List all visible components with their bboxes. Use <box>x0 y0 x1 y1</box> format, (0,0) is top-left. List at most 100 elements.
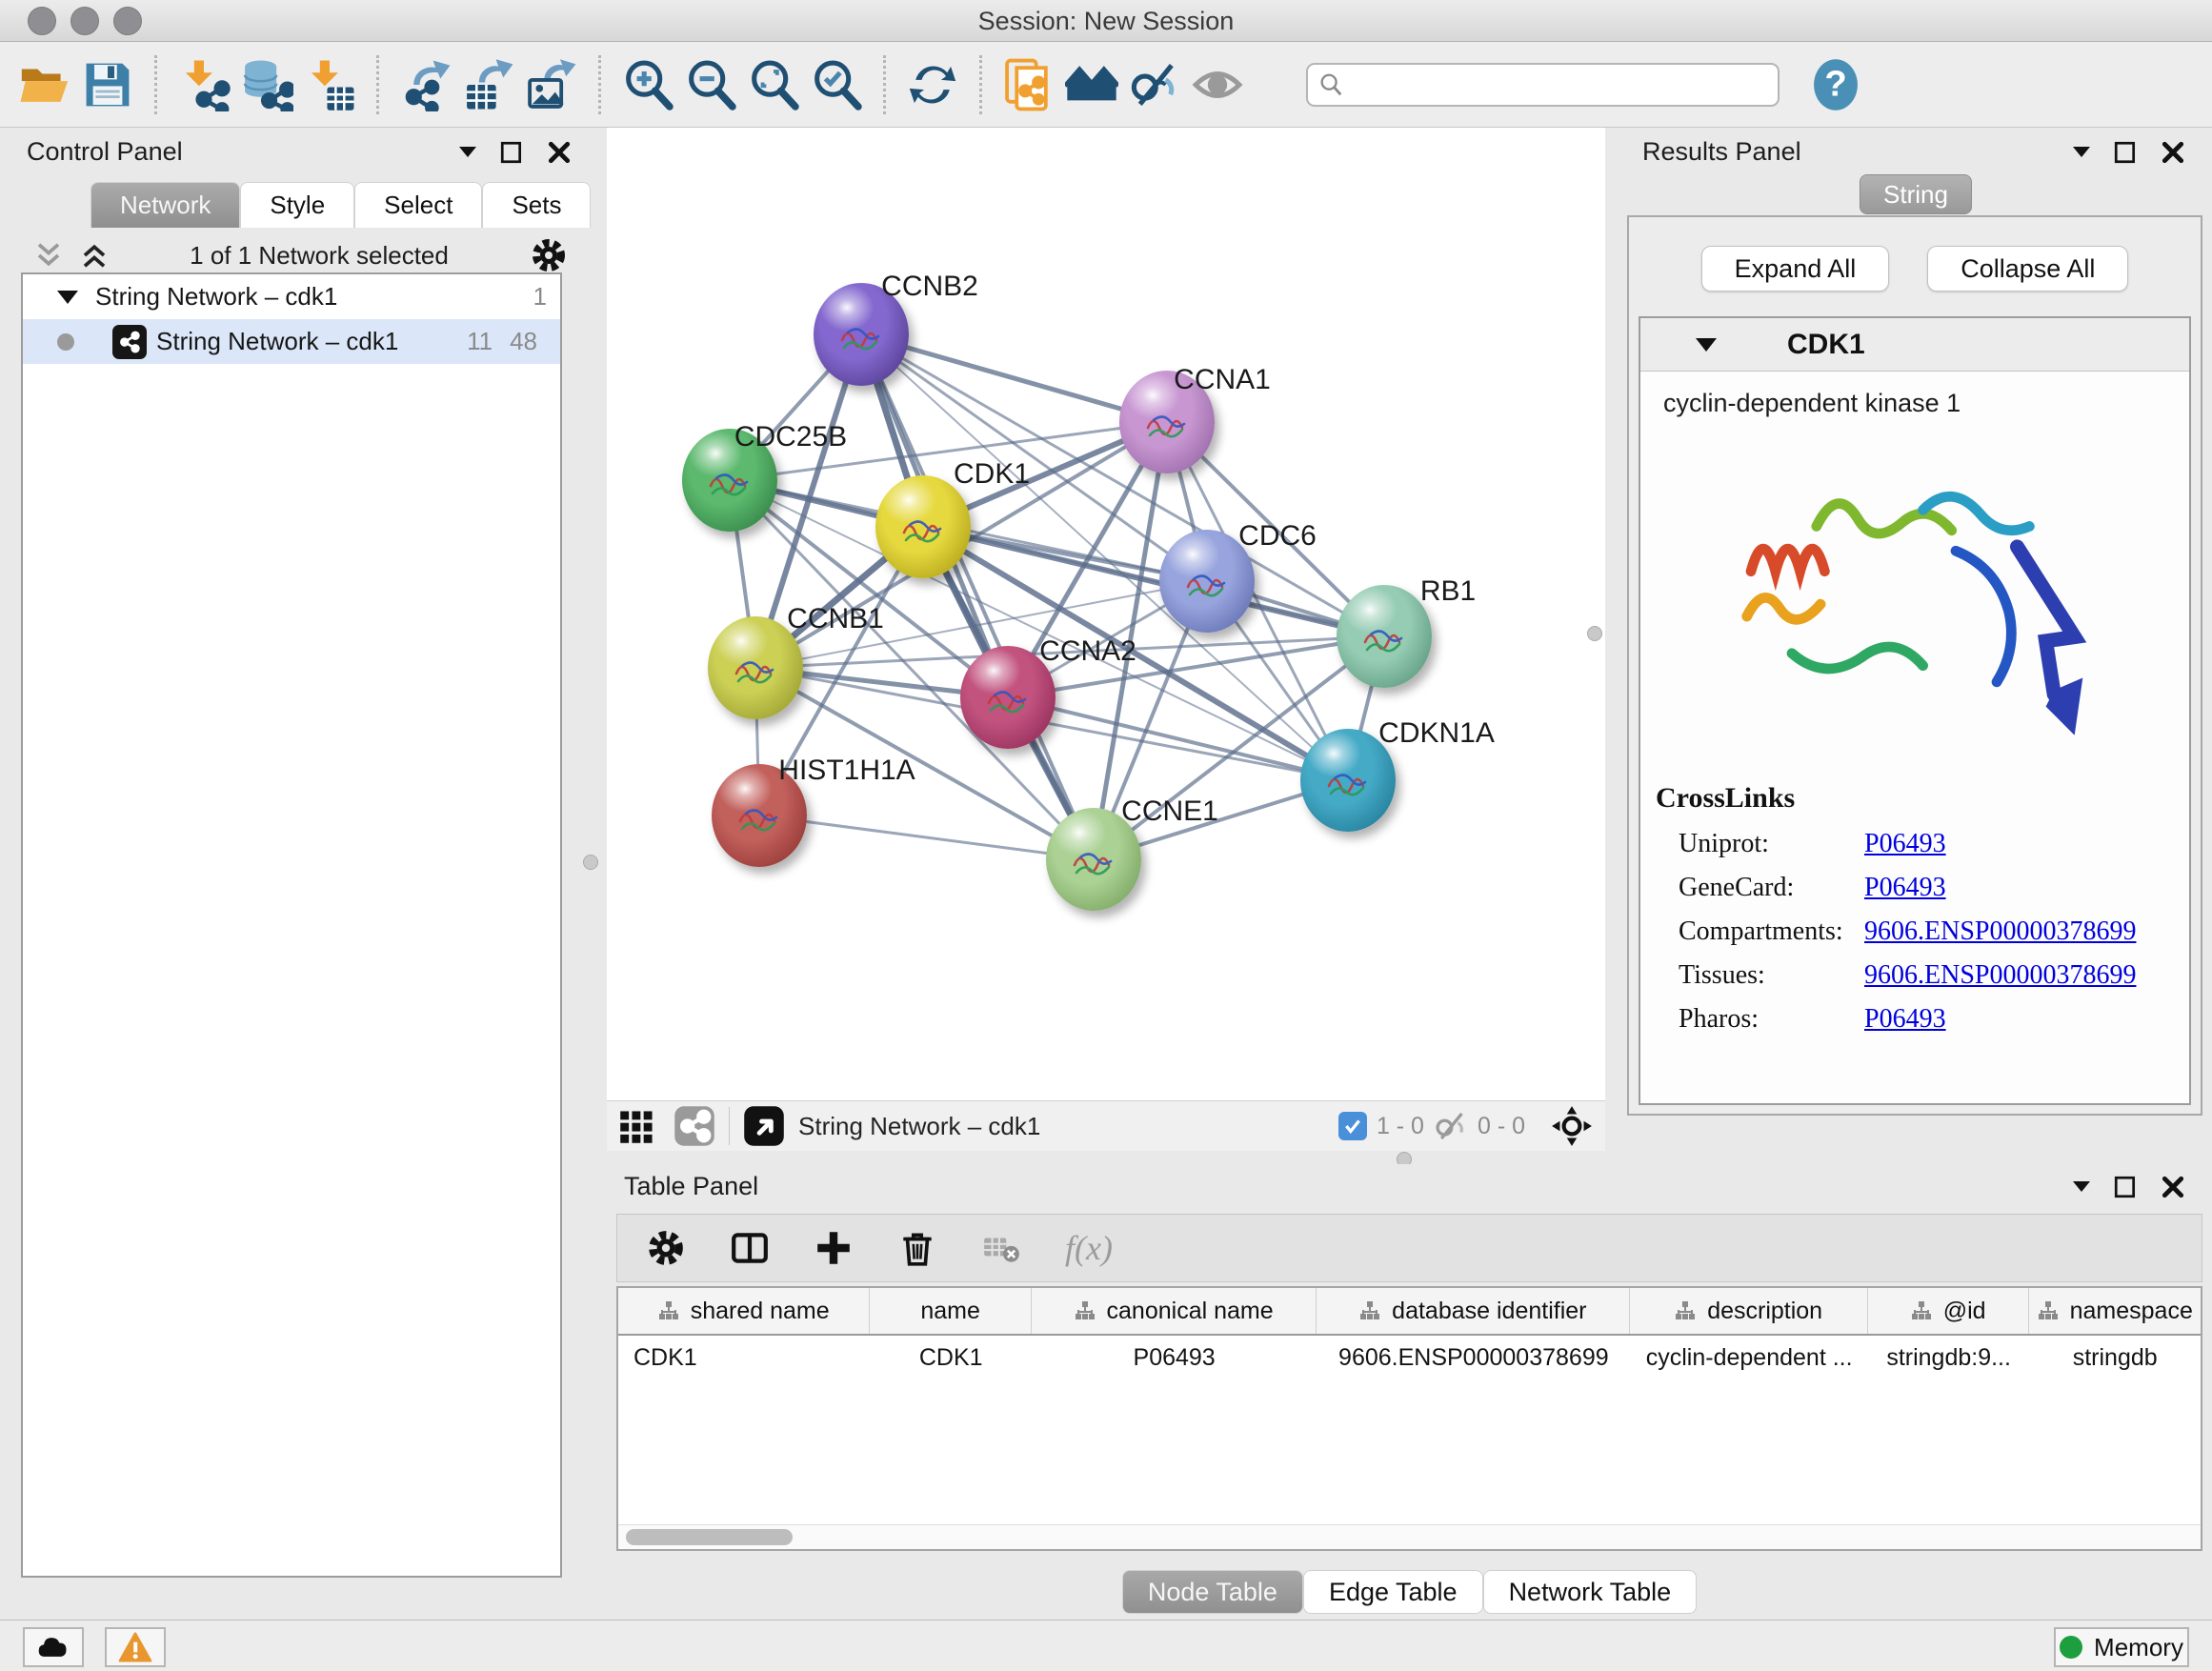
open-session-icon[interactable] <box>13 53 76 116</box>
selected-nodes-checkbox[interactable] <box>1338 1112 1367 1140</box>
close-panel-icon[interactable] <box>2161 140 2185 165</box>
cell-database-identifier[interactable]: 9606.ENSP00000378699 <box>1317 1336 1630 1379</box>
export-network-icon[interactable] <box>394 53 457 116</box>
network-node-RB1[interactable] <box>1337 585 1432 688</box>
network-canvas[interactable]: CCNB2CCNA1CDC25BCDK1CDC6RB1CCNB1CCNA2CDK… <box>607 128 1605 1100</box>
refresh-view-icon[interactable] <box>901 53 964 116</box>
splitter-handle[interactable] <box>1587 626 1602 641</box>
expand-all-button[interactable]: Expand All <box>1701 246 1890 292</box>
tab-network[interactable]: Network <box>90 182 240 228</box>
scrollbar-thumb[interactable] <box>626 1529 793 1545</box>
string-view-icon[interactable] <box>674 1105 715 1147</box>
collection-expand-icon[interactable] <box>57 291 78 304</box>
cell-shared-name[interactable]: CDK1 <box>618 1336 870 1379</box>
string-home-icon[interactable] <box>1060 53 1123 116</box>
network-options-gear-icon[interactable] <box>530 236 568 274</box>
string-protein-query-icon[interactable] <box>997 53 1060 116</box>
collapse-all-button[interactable]: Collapse All <box>1927 246 2128 292</box>
pharos-link[interactable]: P06493 <box>1864 1004 1946 1035</box>
column-header-shared-name[interactable]: shared name <box>618 1288 870 1334</box>
import-table-from-file-icon[interactable] <box>298 53 361 116</box>
table-panel-title: Table Panel <box>624 1172 758 1201</box>
zoom-selected-icon[interactable] <box>805 53 868 116</box>
protein-thumbnail <box>1321 757 1375 811</box>
cloud-status-button[interactable] <box>23 1627 84 1667</box>
column-header-namespace[interactable]: namespace <box>2029 1288 2201 1334</box>
network-node-CDK1[interactable] <box>875 475 971 578</box>
collapse-all-networks-icon[interactable] <box>34 241 63 270</box>
fit-selected-crosshair-icon[interactable] <box>1550 1104 1594 1148</box>
table-options-gear-icon[interactable] <box>646 1228 686 1268</box>
tab-sets[interactable]: Sets <box>482 182 591 228</box>
expand-all-networks-icon[interactable] <box>80 241 109 270</box>
zoom-out-icon[interactable] <box>679 53 742 116</box>
import-network-from-file-icon[interactable] <box>172 53 235 116</box>
column-header-database-identifier[interactable]: database identifier <box>1317 1288 1630 1334</box>
column-header-description[interactable]: description <box>1630 1288 1867 1334</box>
table-row[interactable]: CDK1 CDK1 P06493 9606.ENSP00000378699 cy… <box>618 1336 2201 1379</box>
float-panel-icon[interactable] <box>2113 1175 2138 1199</box>
zoom-fit-icon[interactable] <box>742 53 805 116</box>
show-enhanced-labels-icon[interactable] <box>1186 53 1249 116</box>
network-edge[interactable] <box>759 815 1094 859</box>
table-panel-tabs: Node Table Edge Table Network Table <box>607 1570 2212 1614</box>
show-columns-icon[interactable] <box>730 1228 770 1268</box>
cell-description[interactable]: cyclin-dependent ... <box>1630 1336 1867 1379</box>
panel-menu-icon[interactable] <box>2073 147 2090 157</box>
help-icon[interactable]: ? <box>1804 53 1867 116</box>
selected-counts: 1 - 0 <box>1377 1113 1424 1140</box>
birds-eye-view-icon[interactable] <box>743 1105 785 1147</box>
search-input[interactable] <box>1344 70 1744 98</box>
network-row[interactable]: String Network – cdk1 11 48 <box>23 319 560 364</box>
close-panel-icon[interactable] <box>547 140 572 165</box>
export-table-icon[interactable] <box>457 53 520 116</box>
save-session-icon[interactable] <box>76 53 139 116</box>
grid-view-icon[interactable] <box>618 1107 656 1145</box>
add-column-icon[interactable] <box>814 1228 854 1268</box>
panel-menu-icon[interactable] <box>2073 1181 2090 1192</box>
window-title: Session: New Session <box>0 7 2212 36</box>
delete-column-icon[interactable] <box>897 1228 937 1268</box>
tab-node-table[interactable]: Node Table <box>1122 1570 1303 1614</box>
cell-id[interactable]: stringdb:9... <box>1868 1336 2030 1379</box>
crosslinks-title: CrossLinks <box>1656 782 2189 815</box>
gene-collapse-icon[interactable] <box>1696 338 1717 352</box>
genecard-link[interactable]: P06493 <box>1864 873 1946 903</box>
memory-button[interactable]: Memory <box>2054 1627 2189 1667</box>
compartments-link[interactable]: 9606.ENSP00000378699 <box>1864 916 2136 947</box>
column-header-name[interactable]: name <box>870 1288 1032 1334</box>
float-panel-icon[interactable] <box>499 140 524 165</box>
gene-card-header[interactable]: CDK1 <box>1640 318 2189 372</box>
warnings-button[interactable] <box>105 1627 166 1667</box>
tissues-link[interactable]: 9606.ENSP00000378699 <box>1864 960 2136 991</box>
splitter-handle[interactable] <box>583 855 598 870</box>
tab-style[interactable]: Style <box>240 182 354 228</box>
gene-detail-card: CDK1 cyclin-dependent kinase 1 <box>1639 316 2191 1105</box>
toolbar-separator <box>376 55 379 114</box>
string-network-icon <box>112 325 147 359</box>
import-network-from-database-icon[interactable] <box>235 53 298 116</box>
zoom-in-icon[interactable] <box>616 53 679 116</box>
tab-network-table[interactable]: Network Table <box>1483 1570 1698 1614</box>
cell-namespace[interactable]: stringdb <box>2029 1336 2201 1379</box>
protein-thumbnail <box>733 793 786 846</box>
hide-structure-images-icon[interactable] <box>1123 53 1186 116</box>
column-header-id[interactable]: @id <box>1868 1288 2030 1334</box>
cell-name[interactable]: CDK1 <box>870 1336 1032 1379</box>
network-node-label: HIST1H1A <box>778 755 915 787</box>
tab-string-results[interactable]: String <box>1860 174 1972 214</box>
warning-icon <box>118 1632 152 1662</box>
network-collection-row[interactable]: String Network – cdk1 1 <box>23 274 560 319</box>
cell-canonical-name[interactable]: P06493 <box>1032 1336 1317 1379</box>
close-panel-icon[interactable] <box>2161 1175 2185 1199</box>
column-header-canonical-name[interactable]: canonical name <box>1032 1288 1317 1334</box>
gene-description: cyclin-dependent kinase 1 <box>1640 372 2189 418</box>
export-image-icon[interactable] <box>520 53 583 116</box>
uniprot-link[interactable]: P06493 <box>1864 829 1946 859</box>
panel-menu-icon[interactable] <box>459 147 476 157</box>
tab-select[interactable]: Select <box>354 182 482 228</box>
column-type-icon <box>1675 1300 1696 1321</box>
column-type-icon <box>658 1300 679 1321</box>
tab-edge-table[interactable]: Edge Table <box>1303 1570 1483 1614</box>
float-panel-icon[interactable] <box>2113 140 2138 165</box>
